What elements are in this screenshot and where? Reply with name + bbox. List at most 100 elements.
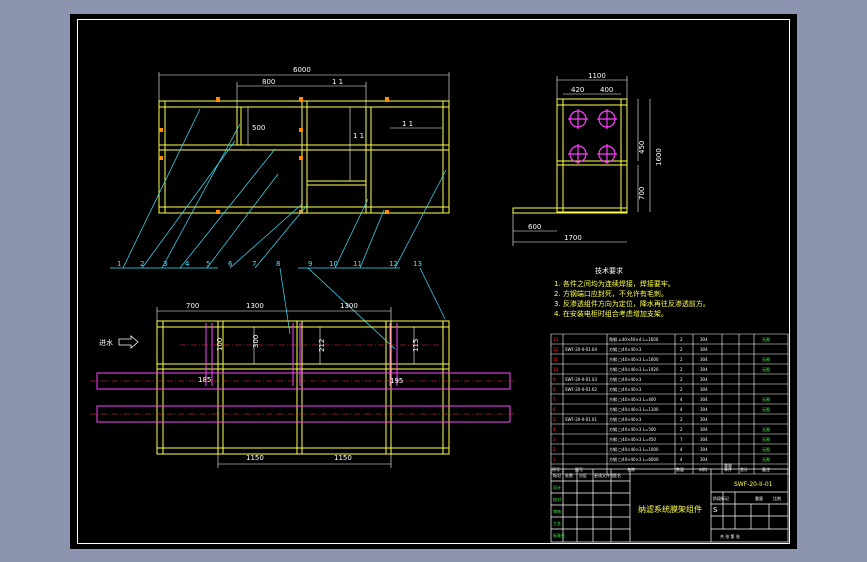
dim-front-side: 1 1 [402, 120, 413, 128]
role-design: 设计 [553, 484, 561, 490]
drawing-sheet: 6000 800 1 1 500 1 1 1 1 1 2 3 4 5 6 7 8… [70, 14, 797, 549]
part-row-note: 无图 [762, 436, 770, 442]
part-row-no: 8 [553, 387, 556, 392]
callout-6: 6 [228, 260, 233, 268]
side-frame-outline [556, 98, 628, 213]
part-row-material: 304 [700, 447, 708, 452]
part-row-name: 方钢 □40×40×3 L=1000 [609, 446, 659, 452]
flow-arrow-icon [118, 335, 139, 349]
cad-drawing: 6000 800 1 1 500 1 1 1 1 1 2 3 4 5 6 7 8… [90, 66, 789, 543]
rev-label-2: 处数 [565, 472, 573, 478]
part-row-qty: 2 [680, 367, 683, 372]
part-row-name: 方钢 □40×40×3 L=500 [609, 426, 656, 432]
callout-8: 8 [276, 260, 280, 268]
part-row-material: 304 [700, 367, 708, 372]
part-row-no: 12 [553, 347, 559, 352]
part-row-no: 9 [553, 377, 556, 382]
flow-direction-label: 进水 [99, 338, 113, 347]
part-row-qty: 2 [680, 347, 683, 352]
part-row-note: 无图 [762, 366, 770, 372]
dim-plan-1300-b: 1300 [340, 302, 358, 310]
part-row-material: 304 [700, 377, 708, 382]
part-row-qty: 4 [680, 457, 683, 462]
sheet-label: 共 张 第 张 [720, 533, 740, 539]
dim-plan-1300-a: 1300 [246, 302, 264, 310]
part-row-name: 角钢 ∠40×40×4 L=1600 [609, 336, 659, 342]
dim-front-800: 800 [262, 78, 275, 86]
part-row-name: 方钢 □40×40×3 L=1920 [609, 366, 659, 372]
rev-label-3: 分区 [579, 472, 587, 478]
part-row-qty: 2 [680, 377, 683, 382]
part-row-qty: 4 [680, 447, 683, 452]
part-row-name: 方钢 □40×40×3 [609, 346, 642, 352]
part-row-note: 无图 [762, 446, 770, 452]
part-row-no: 13 [553, 337, 559, 342]
part-row-name: 方钢 □40×40×3 L=6000 [609, 456, 659, 462]
part-row-material: 304 [700, 457, 708, 462]
dim-side-1700: 1700 [564, 234, 582, 242]
part-row-no: 10 [553, 367, 559, 372]
part-row-name: 方钢 □40×40×3 L=400 [609, 396, 656, 402]
part-row-no: 3 [553, 437, 556, 442]
part-row-no: 4 [553, 427, 556, 432]
tech-note-2: 2. 方钢端口应封死，不允许有毛刺。 [554, 289, 668, 298]
part-row-name: 方钢 □40×40×3 L=1600 [609, 356, 659, 362]
part-row-qty: 4 [680, 407, 683, 412]
part-row-qty: 2 [680, 417, 683, 422]
part-row-note: 无图 [762, 426, 770, 432]
part-row-no: 6 [553, 407, 556, 412]
dim-plan-115: 115 [412, 339, 420, 352]
part-row-no: 11 [553, 357, 559, 362]
dim-side-420: 420 [571, 86, 584, 94]
tech-notes-title: 技术要求 [595, 266, 623, 275]
dim-plan-100: 100 [216, 338, 224, 351]
drawing-title: 纳滤系统膜架组件 [638, 504, 702, 514]
dim-side-400: 400 [600, 86, 613, 94]
role-standard: 标准化 [553, 532, 565, 538]
part-row-material: 304 [700, 417, 708, 422]
callout-9: 9 [308, 260, 312, 268]
dim-plan-212: 212 [318, 339, 326, 352]
part-row-note: 无图 [762, 396, 770, 402]
rev-label-4: 更改文件号 [594, 472, 614, 478]
part-row-note: 无图 [762, 336, 770, 342]
part-row-name: 方钢 □40×40×3 [609, 416, 642, 422]
part-row-qty: 2 [680, 387, 683, 392]
dim-plan-700: 700 [186, 302, 199, 310]
dim-plan-300: 300 [252, 335, 260, 348]
part-row-material: 304 [700, 337, 708, 342]
dim-front-500: 500 [252, 124, 265, 132]
part-row-no: 1 [553, 457, 556, 462]
callout-3: 3 [163, 260, 167, 268]
dim-plan-195: 195 [390, 377, 403, 385]
part-row-material: 304 [700, 397, 708, 402]
callout-2: 2 [140, 260, 144, 268]
dim-front-span: 1 1 [332, 78, 343, 86]
stage-label: 阶段标记 [713, 495, 729, 501]
part-row-code: SWF-20-II-01.04 [565, 347, 597, 352]
tech-note-4: 4. 在安装电柜时组合考虑增加支架。 [554, 309, 668, 318]
callout-10: 10 [329, 260, 338, 268]
part-row-qty: 2 [680, 427, 683, 432]
plan-pipes [96, 323, 511, 423]
part-row-name: 方钢 □40×40×3 L=450 [609, 436, 656, 442]
callout-5: 5 [206, 260, 210, 268]
dim-plan-185: 185 [198, 376, 211, 384]
plan-frame-outline [156, 320, 450, 455]
part-row-qty: 2 [680, 357, 683, 362]
front-weld-marks [159, 97, 389, 214]
part-row-qty: 4 [680, 397, 683, 402]
dim-side-450: 450 [638, 141, 646, 154]
parts-list-table: 13 角钢 ∠40×40×4 L=1600 2 304 无图12 SWF-20-II-01… [550, 333, 789, 475]
part-row-note: 无图 [762, 456, 770, 462]
callout-13: 13 [413, 260, 422, 268]
plan-view [156, 320, 450, 455]
dim-side-700: 700 [638, 187, 646, 200]
part-row-name: 方钢 □40×40×3 [609, 376, 642, 382]
part-row-code: SWF-20-II-01.02 [565, 387, 597, 392]
part-row-material: 304 [700, 437, 708, 442]
part-row-code: SWF-20-II-01.01 [565, 417, 597, 422]
dim-front-total: 6000 [293, 66, 311, 74]
tech-note-1: 1. 各件之间均为连续焊接，焊接要牢。 [554, 279, 675, 288]
callout-7: 7 [252, 260, 256, 268]
